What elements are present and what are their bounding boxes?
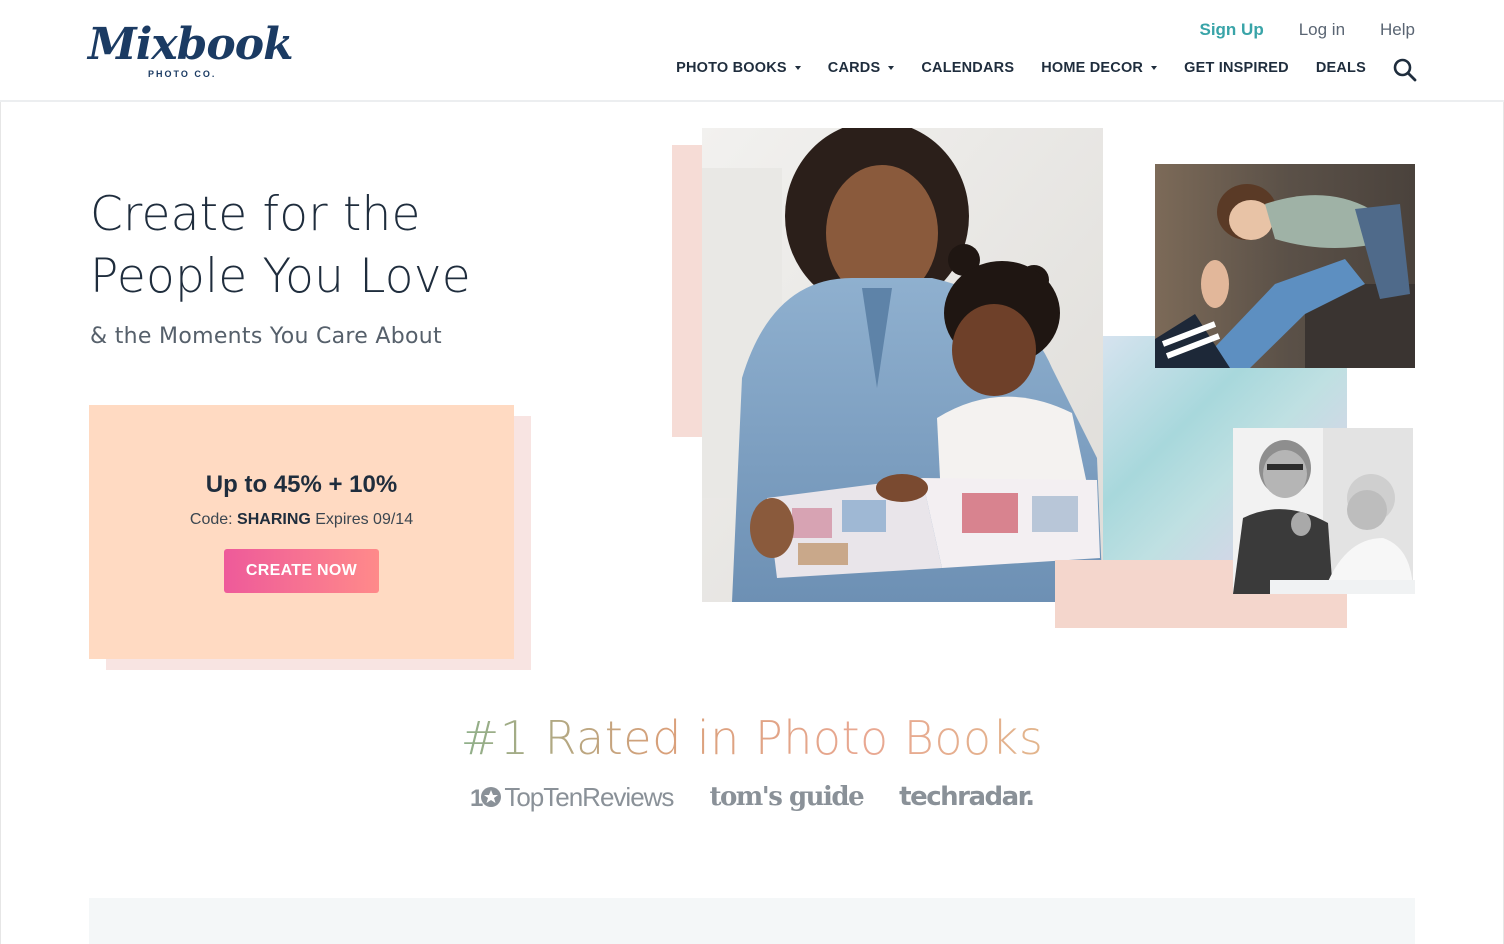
logo-wordmark: Mixbook xyxy=(88,19,294,70)
promo-code: SHARING xyxy=(237,511,311,528)
rated-heading: #1 Rated in Photo Books xyxy=(0,708,1504,768)
toptenreviews-logo: 1 TopTenReviews xyxy=(470,780,674,814)
hero-title-line-2: People You Love xyxy=(90,249,471,304)
nav-item-label: CALENDARS xyxy=(921,60,1015,76)
site-header: Mixbook PHOTO CO. Sign Up Log in Help PH… xyxy=(0,0,1504,102)
promo-code-prefix: Code: xyxy=(189,511,238,528)
techradar-logo: techradar. xyxy=(899,782,1035,812)
caret-down-icon xyxy=(794,66,801,70)
mixbook-logo[interactable]: Mixbook PHOTO CO. xyxy=(88,18,294,84)
toms-guide-logo: tom's guide xyxy=(709,782,864,812)
sign-up-link[interactable]: Sign Up xyxy=(1199,19,1263,41)
caret-down-icon xyxy=(888,66,895,70)
toptenreviews-text: TopTenReviews xyxy=(504,782,674,812)
hero-photo-mother-daughter xyxy=(702,128,1103,602)
mother-daughter-illustration xyxy=(702,128,1103,602)
promo-expires: Expires 09/14 xyxy=(310,511,414,528)
log-in-link[interactable]: Log in xyxy=(1299,19,1345,41)
help-link[interactable]: Help xyxy=(1380,19,1415,41)
topten-star-icon: 1 xyxy=(470,785,502,810)
nav-item-calendars[interactable]: CALENDARS xyxy=(921,58,1014,78)
rated-heading-text: #1 Rated in Photo Books xyxy=(460,711,1044,765)
search-icon xyxy=(1393,58,1417,82)
press-logos: 1 TopTenReviews tom's guide techradar. xyxy=(0,780,1504,814)
create-now-button[interactable]: CREATE NOW xyxy=(224,549,379,593)
photo-father-son-play xyxy=(1155,164,1415,368)
nav-item-get-inspired[interactable]: GET INSPIRED xyxy=(1184,58,1289,78)
hero-title: Create for the People You Love xyxy=(90,184,550,308)
photo-shadow-strip xyxy=(1270,580,1415,594)
next-section-band xyxy=(89,898,1415,944)
nav-item-label: DEALS xyxy=(1315,60,1366,76)
nav-item-label: CARDS xyxy=(827,60,881,76)
father-son-illustration xyxy=(1155,164,1415,368)
nav-item-home-decor[interactable]: HOME DECOR xyxy=(1041,58,1158,78)
main-nav: PHOTO BOOKS CARDS CALENDARS HOME DECOR G… xyxy=(649,55,1418,83)
nav-item-cards[interactable]: CARDS xyxy=(828,58,895,78)
hero-title-line-1: Create for the xyxy=(90,187,421,242)
nav-item-label: PHOTO BOOKS xyxy=(676,60,787,76)
utility-nav: Sign Up Log in Help xyxy=(1164,19,1415,41)
grandparents-illustration xyxy=(1233,428,1413,594)
search-button[interactable] xyxy=(1392,57,1418,83)
promo-code-line: Code: SHARING Expires 09/14 xyxy=(89,511,514,529)
promo-card: Up to 45% + 10% Code: SHARING Expires 09… xyxy=(89,405,514,659)
nav-item-label: HOME DECOR xyxy=(1041,60,1144,76)
logo-subtitle: PHOTO CO. xyxy=(148,69,217,79)
nav-item-photo-books[interactable]: PHOTO BOOKS xyxy=(676,58,801,78)
nav-item-deals[interactable]: DEALS xyxy=(1316,58,1366,78)
hero-subtitle: & the Moments You Care About xyxy=(90,324,442,349)
photo-grandparents-laughing xyxy=(1233,428,1413,594)
promo-headline: Up to 45% + 10% xyxy=(205,471,398,498)
nav-item-label: GET INSPIRED xyxy=(1184,60,1289,76)
caret-down-icon xyxy=(1151,66,1158,70)
